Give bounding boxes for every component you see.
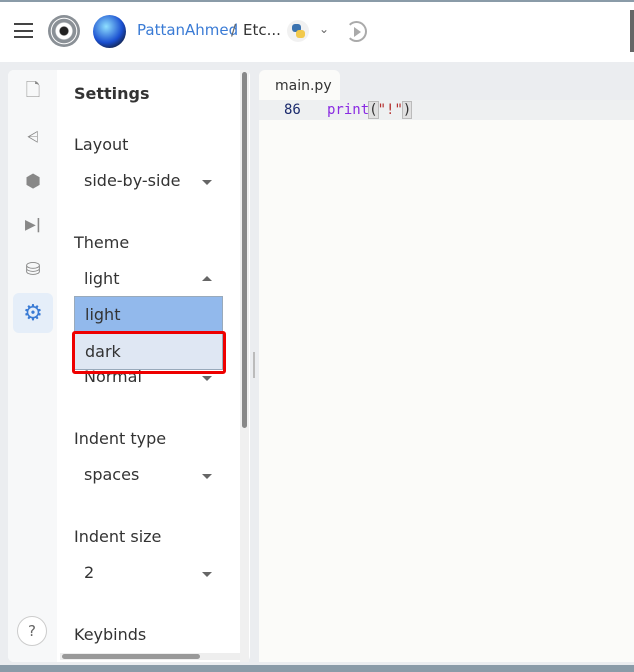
menu-icon[interactable] (14, 23, 33, 38)
line-number: 86 (284, 102, 301, 118)
avatar[interactable] (93, 15, 126, 48)
caret-up-icon[interactable] (202, 276, 212, 281)
app-logo[interactable] (48, 15, 80, 47)
code-paren: ( (368, 101, 379, 119)
database-icon[interactable]: ⛁ (13, 249, 53, 289)
caret-down-icon[interactable] (202, 376, 212, 381)
caret-down-icon[interactable] (202, 180, 212, 185)
code-function: print (327, 102, 370, 118)
indent-size-label: Indent size (74, 527, 162, 546)
highlight-box (72, 331, 226, 374)
package-icon[interactable]: ⬢ (13, 161, 53, 201)
project-name[interactable]: Etc... (243, 21, 281, 39)
caret-down-icon[interactable] (202, 474, 212, 479)
scrollbar-thumb[interactable] (62, 654, 200, 659)
caret-down-icon[interactable] (202, 572, 212, 577)
history-icon[interactable] (346, 21, 367, 42)
theme-select[interactable]: light (84, 269, 119, 288)
file-icon[interactable]: 🗋 (13, 73, 53, 113)
code-paren: ) (401, 101, 413, 119)
keybinds-label: Keybinds (74, 625, 147, 644)
gear-icon[interactable]: ⚙ (13, 293, 53, 333)
layout-label: Layout (74, 135, 129, 154)
bottom-edge (0, 665, 634, 672)
active-line (259, 100, 634, 120)
indent-size-select[interactable]: 2 (84, 563, 94, 582)
indent-type-select[interactable]: spaces (84, 465, 139, 484)
sidebar-rail: 🗋 ⩤ ⬢ ▶| ⛁ ⚙ (8, 70, 57, 662)
window-edge (630, 10, 634, 52)
code-string: "!" (377, 102, 403, 118)
theme-label: Theme (74, 233, 130, 252)
breadcrumb-separator: / (231, 21, 237, 39)
layout-select[interactable]: side-by-side (84, 171, 180, 190)
step-forward-icon[interactable]: ▶| (13, 205, 53, 245)
settings-title: Settings (74, 84, 150, 103)
help-button[interactable]: ? (17, 616, 47, 646)
indent-type-label: Indent type (74, 429, 167, 448)
code-line[interactable]: print("!") (327, 101, 413, 119)
chevron-down-icon[interactable]: ⌄ (319, 22, 329, 36)
scrollbar-thumb[interactable] (242, 72, 247, 428)
code-editor[interactable] (259, 70, 634, 662)
tab-main-py[interactable]: main.py (259, 70, 340, 101)
share-icon[interactable]: ⩤ (13, 117, 53, 157)
python-icon[interactable] (287, 20, 309, 42)
resize-handle[interactable] (253, 352, 255, 378)
theme-option-light[interactable]: light (75, 297, 222, 333)
username-link[interactable]: PattanAhmed (137, 21, 238, 39)
